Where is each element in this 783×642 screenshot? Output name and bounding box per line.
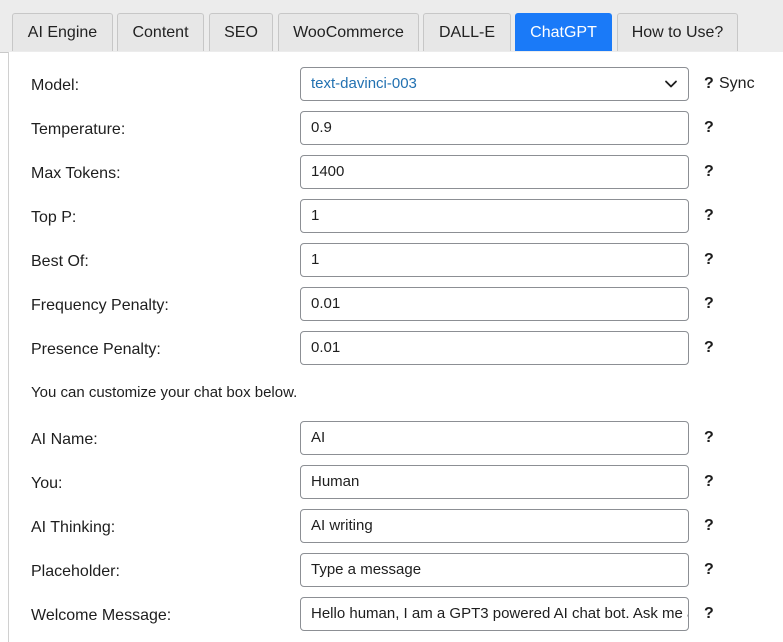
frequency-penalty-label: Frequency Penalty:	[31, 297, 169, 314]
best-of-label: Best Of:	[31, 253, 89, 270]
model-select[interactable]: text-davinci-003	[300, 67, 689, 101]
chevron-down-icon	[665, 80, 677, 88]
top-p-input[interactable]: 1	[300, 199, 689, 233]
tab-seo[interactable]: SEO	[209, 13, 273, 51]
tab-woocommerce[interactable]: WooCommerce	[278, 13, 419, 51]
sync-button[interactable]: Sync	[719, 75, 755, 93]
help-icon-ai-name[interactable]: ?	[704, 429, 714, 447]
max-tokens-input[interactable]: 1400	[300, 155, 689, 189]
welcome-message-input[interactable]: Hello human, I am a GPT3 powered AI chat…	[300, 597, 689, 631]
max-tokens-label: Max Tokens:	[31, 165, 121, 182]
tab-how-to-use[interactable]: How to Use?	[617, 13, 738, 51]
tab-ai-engine[interactable]: AI Engine	[12, 13, 113, 51]
help-icon-welcome-message[interactable]: ?	[704, 605, 714, 623]
help-icon-best-of[interactable]: ?	[704, 251, 714, 269]
top-p-label: Top P:	[31, 209, 77, 226]
ai-thinking-label: AI Thinking:	[31, 519, 116, 536]
frequency-penalty-input[interactable]: 0.01	[300, 287, 689, 321]
model-label: Model:	[31, 77, 80, 94]
help-icon-presence-penalty[interactable]: ?	[704, 339, 714, 357]
tab-chatgpt[interactable]: ChatGPT	[515, 13, 612, 51]
help-icon-top-p[interactable]: ?	[704, 207, 714, 225]
ai-name-label: AI Name:	[31, 431, 98, 448]
help-icon-you[interactable]: ?	[704, 473, 714, 491]
help-icon-ai-thinking[interactable]: ?	[704, 517, 714, 535]
placeholder-label: Placeholder:	[31, 563, 120, 580]
presence-penalty-input[interactable]: 0.01	[300, 331, 689, 365]
tab-dall-e[interactable]: DALL-E	[423, 13, 511, 51]
help-icon-temperature[interactable]: ?	[704, 119, 714, 137]
model-value: text-davinci-003	[311, 75, 417, 92]
presence-penalty-label: Presence Penalty:	[31, 341, 161, 358]
tab-content[interactable]: Content	[117, 13, 204, 51]
tab-bar: AI Engine Content SEO WooCommerce DALL-E…	[0, 0, 783, 53]
best-of-input[interactable]: 1	[300, 243, 689, 277]
help-icon-model[interactable]: ?	[704, 75, 714, 93]
help-icon-placeholder[interactable]: ?	[704, 561, 714, 579]
ai-thinking-input[interactable]: AI writing	[300, 509, 689, 543]
you-label: You:	[31, 475, 63, 492]
ai-name-input[interactable]: AI	[300, 421, 689, 455]
placeholder-input[interactable]: Type a message	[300, 553, 689, 587]
you-input[interactable]: Human	[300, 465, 689, 499]
help-icon-frequency-penalty[interactable]: ?	[704, 295, 714, 313]
temperature-input[interactable]: 0.9	[300, 111, 689, 145]
settings-panel: Model: text-davinci-003 ? Sync Temperatu…	[8, 52, 783, 642]
temperature-label: Temperature:	[31, 121, 126, 138]
welcome-message-label: Welcome Message:	[31, 607, 172, 624]
help-icon-max-tokens[interactable]: ?	[704, 163, 714, 181]
customize-note: You can customize your chat box below.	[31, 384, 298, 401]
